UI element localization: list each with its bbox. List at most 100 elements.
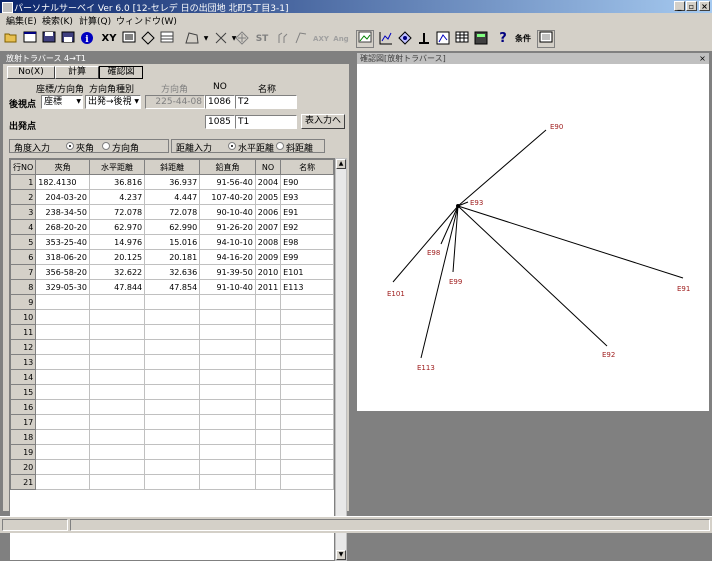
table-cell[interactable]: 2009 <box>254 249 282 265</box>
table-cell[interactable] <box>144 399 201 415</box>
table-cell[interactable]: 36.937 <box>144 174 201 190</box>
table-cell[interactable]: E98 <box>280 234 334 250</box>
table-cell[interactable] <box>144 429 201 445</box>
table-cell[interactable] <box>88 459 146 475</box>
table-cell[interactable] <box>280 324 334 340</box>
cross-tool-icon[interactable] <box>212 30 230 48</box>
minimize-button[interactable]: _ <box>674 1 685 11</box>
table-cell[interactable] <box>254 444 282 460</box>
table-cell[interactable]: 318-06-20 <box>35 249 90 265</box>
image-icon[interactable] <box>356 30 374 48</box>
table-cell[interactable]: 2005 <box>254 189 282 205</box>
table-cell[interactable]: 182.4130 <box>35 174 90 190</box>
table-cell[interactable]: 62.990 <box>144 219 201 235</box>
table-cell[interactable] <box>35 294 90 310</box>
table-cell[interactable]: E91 <box>280 204 334 220</box>
table-cell[interactable]: 204-03-20 <box>35 189 90 205</box>
table-cell[interactable] <box>280 384 334 400</box>
table-cell[interactable] <box>199 294 256 310</box>
table-cell[interactable]: 15.016 <box>144 234 201 250</box>
table-cell[interactable] <box>88 339 146 355</box>
diamond-icon[interactable] <box>139 30 157 48</box>
table-cell[interactable]: 20.125 <box>88 249 146 265</box>
dir-angle-field[interactable]: 225-44-08 <box>145 95 205 109</box>
table-cell[interactable] <box>199 384 256 400</box>
table-cell[interactable]: 94-10-10 <box>199 234 256 250</box>
table-cell[interactable] <box>280 354 334 370</box>
xy-button[interactable]: XY <box>99 30 119 48</box>
table-cell[interactable] <box>144 384 201 400</box>
table-cell[interactable] <box>280 309 334 325</box>
polygon-tool-icon[interactable] <box>182 30 202 48</box>
table-cell[interactable] <box>199 444 256 460</box>
table-cell[interactable] <box>88 399 146 415</box>
table-cell[interactable] <box>254 339 282 355</box>
table-cell[interactable] <box>280 474 334 490</box>
settings-button[interactable]: 条件 <box>512 30 534 48</box>
table-scrollbar[interactable]: ▲ ▼ <box>335 158 347 561</box>
table-cell[interactable] <box>88 414 146 430</box>
table-cell[interactable]: 72.078 <box>144 204 201 220</box>
table-cell[interactable] <box>35 444 90 460</box>
table-cell[interactable] <box>254 309 282 325</box>
table-cell[interactable] <box>88 324 146 340</box>
target-icon[interactable] <box>233 30 251 48</box>
table-cell[interactable] <box>280 399 334 415</box>
table-cell[interactable]: 2004 <box>254 174 282 190</box>
table-cell[interactable] <box>88 444 146 460</box>
table-cell[interactable] <box>199 369 256 385</box>
table-cell[interactable] <box>254 354 282 370</box>
table-cell[interactable] <box>280 294 334 310</box>
no-button[interactable]: No(X) <box>7 66 55 79</box>
table-cell[interactable] <box>35 429 90 445</box>
table-cell[interactable] <box>35 369 90 385</box>
table-cell[interactable] <box>199 414 256 430</box>
table-cell[interactable] <box>88 309 146 325</box>
table-cell[interactable]: 72.078 <box>88 204 146 220</box>
start-name-field[interactable]: T1 <box>235 115 297 129</box>
pointer-tool-icon[interactable] <box>274 30 292 48</box>
save-as-icon[interactable] <box>59 30 77 48</box>
table-cell[interactable]: 90-10-40 <box>199 204 256 220</box>
table-cell[interactable] <box>35 384 90 400</box>
table-cell[interactable]: 2007 <box>254 219 282 235</box>
restore-button[interactable]: ▫ <box>686 1 697 11</box>
open-folder-icon[interactable] <box>2 30 20 48</box>
table-cell[interactable]: 91-10-40 <box>199 279 256 295</box>
menu-edit[interactable]: 編集(E) <box>6 14 37 27</box>
confirm-diagram-button[interactable]: 確認図 <box>99 66 143 79</box>
table-cell[interactable] <box>280 369 334 385</box>
help-icon[interactable]: ? <box>495 30 511 48</box>
table-cell[interactable] <box>254 324 282 340</box>
table-cell[interactable] <box>144 369 201 385</box>
table-cell[interactable] <box>88 474 146 490</box>
chart-icon[interactable] <box>434 30 452 48</box>
table-cell[interactable] <box>144 324 201 340</box>
table-cell[interactable]: 4.237 <box>88 189 146 205</box>
table-cell[interactable] <box>144 414 201 430</box>
table-cell[interactable]: E101 <box>280 264 334 280</box>
table-cell[interactable]: E92 <box>280 219 334 235</box>
table-cell[interactable]: 238-34-50 <box>35 204 90 220</box>
table-cell[interactable] <box>199 429 256 445</box>
table-cell[interactable] <box>144 309 201 325</box>
table-cell[interactable] <box>199 339 256 355</box>
table-cell[interactable] <box>35 309 90 325</box>
table-cell[interactable] <box>88 429 146 445</box>
table-cell[interactable] <box>254 474 282 490</box>
table-cell[interactable]: 36.816 <box>88 174 146 190</box>
backsight-type-select[interactable]: 座標 ▼ <box>41 95 83 109</box>
table-cell[interactable]: E93 <box>280 189 334 205</box>
table-cell[interactable] <box>280 444 334 460</box>
preview-icon[interactable] <box>537 30 555 48</box>
angle-tool-icon[interactable] <box>292 30 310 48</box>
table-cell[interactable] <box>144 444 201 460</box>
table-cell[interactable] <box>254 369 282 385</box>
table-cell[interactable]: 4.447 <box>144 189 201 205</box>
table-cell[interactable]: 91-39-50 <box>199 264 256 280</box>
table-cell[interactable] <box>144 474 201 490</box>
table-cell[interactable] <box>254 459 282 475</box>
menu-calc[interactable]: 計算(Q) <box>79 14 111 27</box>
table-cell[interactable] <box>35 399 90 415</box>
table-cell[interactable]: 2011 <box>254 279 282 295</box>
